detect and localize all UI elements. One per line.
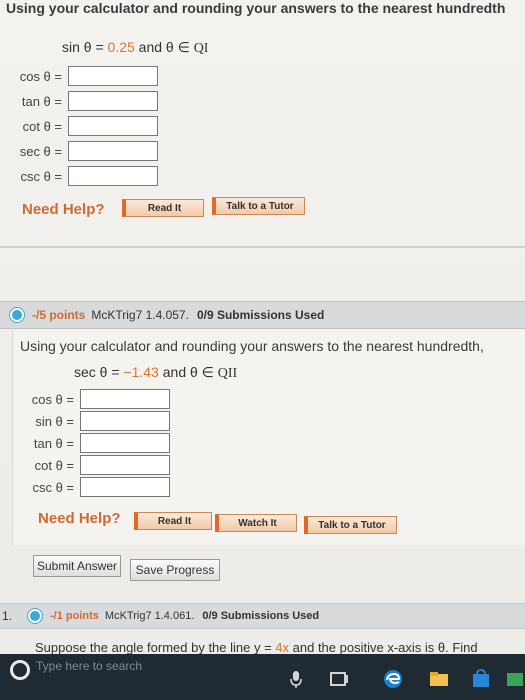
cortana-ring-icon[interactable]	[10, 660, 30, 680]
cot-answer-input[interactable]	[68, 116, 158, 136]
read-it-button[interactable]: Read It	[134, 512, 212, 530]
app-icon[interactable]	[505, 668, 525, 690]
problem2-row-sin: sin θ =	[28, 411, 170, 431]
file-explorer-icon[interactable]	[428, 668, 450, 690]
taskbar-search-input[interactable]: Type here to search	[36, 659, 142, 673]
row-label: cot θ =	[34, 457, 74, 473]
question-status-dot-icon	[10, 308, 24, 322]
row-label: cot θ =	[22, 118, 62, 134]
problem2-row-csc: csc θ =	[28, 477, 170, 497]
talk-to-tutor-button[interactable]: Talk to a Tutor	[304, 516, 397, 534]
need-help-label: Need Help?	[22, 201, 105, 218]
problem1-row-cos: cos θ =	[16, 66, 158, 86]
cos-answer-input[interactable]	[68, 66, 158, 86]
given-value: −1.43	[123, 364, 159, 380]
problem3-line-value: 4x	[275, 640, 290, 655]
store-icon[interactable]	[470, 668, 492, 690]
sec-answer-input[interactable]	[68, 141, 158, 161]
row-label: tan θ =	[33, 435, 74, 451]
given-prefix: sec θ =	[74, 364, 124, 380]
row-label: cos θ =	[19, 68, 62, 84]
submissions-count: 0/9 Submissions Used	[202, 610, 320, 622]
row-label: csc θ =	[20, 168, 62, 184]
given-prefix: sin θ =	[62, 39, 108, 55]
cos-answer-input[interactable]	[80, 389, 170, 409]
problem1-row-csc: csc θ =	[16, 166, 158, 186]
given-mid: and θ ∈	[134, 39, 194, 55]
row-label: cos θ =	[31, 391, 74, 407]
problem1-row-cot: cot θ =	[16, 116, 158, 136]
problem2-given: sec θ = −1.43 and θ ∈ QII	[74, 364, 237, 382]
microphone-icon[interactable]	[285, 668, 307, 690]
problem3-text-b: and the positive x-axis is θ. Find	[289, 640, 478, 655]
problem1-row-tan: tan θ =	[16, 91, 158, 111]
question-number: 1.	[2, 609, 13, 623]
given-quadrant: QI	[193, 41, 209, 56]
problem1-given: sin θ = 0.25 and θ ∈ QI	[62, 39, 208, 57]
row-label: sin θ =	[35, 413, 74, 429]
task-view-icon[interactable]	[328, 668, 350, 690]
problem3-header: 1. -/1 points McKTrig7 1.4.061. 0/9 Subm…	[0, 603, 525, 629]
problem2-header: -/5 points McKTrig7 1.4.057. 0/9 Submiss…	[0, 301, 525, 329]
problem2-row-tan: tan θ =	[28, 433, 170, 453]
points-label: -/5 points	[32, 308, 86, 322]
watch-it-button[interactable]: Watch It	[215, 514, 297, 532]
section-divider	[0, 246, 525, 248]
read-it-button[interactable]: Read It	[122, 199, 204, 217]
sin-answer-input[interactable]	[80, 411, 170, 431]
row-label: csc θ =	[32, 479, 74, 495]
row-label: tan θ =	[21, 93, 62, 109]
talk-to-tutor-button[interactable]: Talk to a Tutor	[212, 197, 305, 215]
submit-answer-button[interactable]: Submit Answer	[33, 555, 121, 577]
cot-answer-input[interactable]	[80, 455, 170, 475]
given-quadrant: QII	[217, 366, 238, 381]
tan-answer-input[interactable]	[68, 91, 158, 111]
given-value: 0.25	[107, 39, 135, 55]
problem1-row-sec: sec θ =	[16, 141, 158, 161]
csc-answer-input[interactable]	[80, 477, 170, 497]
points-label: -/1 points	[50, 610, 99, 622]
problem1-instructions: Using your calculator and rounding your …	[6, 0, 506, 16]
question-reference: McKTrig7 1.4.061.	[104, 610, 195, 622]
problem2-row-cos: cos θ =	[28, 389, 170, 409]
question-status-dot-icon	[28, 609, 43, 623]
tan-answer-input[interactable]	[80, 433, 170, 453]
given-mid: and θ ∈	[158, 364, 218, 380]
csc-answer-input[interactable]	[68, 166, 158, 186]
edge-browser-icon[interactable]	[382, 668, 404, 690]
page: Using your calculator and rounding your …	[0, 0, 525, 700]
row-label: sec θ =	[19, 143, 62, 159]
submissions-count: 0/9 Submissions Used	[196, 308, 325, 322]
need-help-label: Need Help?	[38, 510, 121, 527]
problem3-text: Suppose the angle formed by the line y =…	[35, 640, 478, 655]
problem3-text-a: Suppose the angle formed by the line y =	[35, 640, 276, 655]
save-progress-button[interactable]: Save Progress	[130, 559, 220, 581]
question-reference: McKTrig7 1.4.057.	[91, 308, 189, 322]
problem2-instructions: Using your calculator and rounding your …	[20, 338, 484, 354]
problem2-row-cot: cot θ =	[28, 455, 170, 475]
